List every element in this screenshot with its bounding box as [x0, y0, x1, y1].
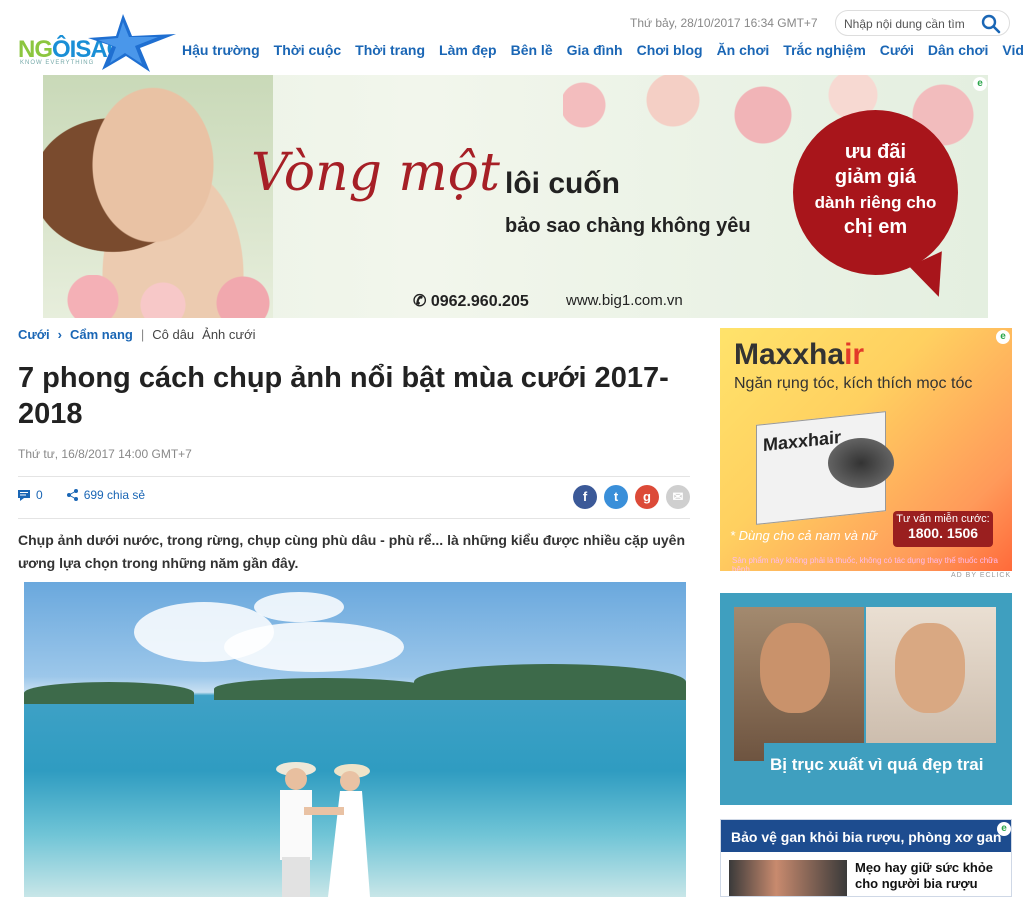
nav-an-choi[interactable]: Ăn chơi — [717, 42, 770, 58]
banner-headline: lôi cuốn — [505, 167, 620, 200]
sidebar-ad-liver[interactable]: Bảo vệ gan khỏi bia rượu, phòng xơ gan M… — [720, 819, 1012, 897]
share-buttons: f t g ✉ — [573, 485, 690, 509]
story-caption: Bị trục xuất vì quá đẹp trai — [764, 743, 1012, 787]
share-count: 699 chia sẻ — [83, 488, 146, 502]
search-box[interactable] — [835, 10, 1010, 36]
promo-line-4: chị em — [843, 216, 908, 238]
breadcrumb-divider: | — [140, 327, 145, 342]
ad-attribution: AD BY ECLICK — [951, 572, 1012, 579]
ad3-thumbnail — [729, 860, 847, 896]
photo-island — [414, 664, 686, 700]
breadcrumb-section[interactable]: Cưới — [18, 327, 50, 342]
tag-link[interactable]: Cô dâu — [152, 327, 194, 342]
photo-cloud — [254, 592, 344, 622]
nav-trac-nghiem[interactable]: Trắc nghiệm — [783, 42, 865, 58]
nav-dan-choi[interactable]: Dân chơi — [928, 42, 989, 58]
promo-line-1: ưu đãi — [844, 141, 907, 163]
hotline-badge: Tư vấn miễn cước: 1800. 1506 — [893, 511, 993, 547]
article-date: Thứ tư, 16/8/2017 14:00 GMT+7 — [18, 447, 192, 461]
share-icon — [66, 489, 78, 501]
photo-island — [24, 682, 194, 704]
adchoices-icon[interactable]: e — [996, 330, 1010, 344]
facebook-icon[interactable]: f — [573, 485, 597, 509]
article-photo[interactable] — [24, 582, 686, 897]
breadcrumb-sub[interactable]: Cẩm nang — [70, 327, 133, 342]
nav-cuoi[interactable]: Cưới — [880, 42, 914, 58]
promo-line-2: giảm giá — [834, 166, 917, 188]
sidebar-ad-maxxhair[interactable]: Maxxhair Ngăn rụng tóc, kích thích mọc t… — [720, 328, 1012, 571]
adchoices-icon[interactable]: e — [997, 822, 1011, 836]
breadcrumb: Cưới › Cẩm nang | Cô dâu Ảnh cưới — [18, 327, 256, 342]
comment-count[interactable]: 0 — [36, 488, 43, 502]
nav-ben-le[interactable]: Bên lề — [511, 42, 553, 58]
article-stats: 0 699 chia sẻ — [18, 488, 145, 502]
banner-script-text: Vòng một — [251, 143, 500, 203]
twitter-icon[interactable]: t — [604, 485, 628, 509]
main-nav: Hậu trường Thời cuộc Thời trang Làm đẹp … — [182, 42, 1024, 58]
top-banner-ad[interactable]: Vòng một lôi cuốn bảo sao chàng không yê… — [43, 75, 988, 318]
nav-thoi-cuoc[interactable]: Thời cuộc — [274, 42, 342, 58]
tag-link[interactable]: Ảnh cưới — [202, 327, 255, 342]
banner-subline: bảo sao chàng không yêu — [505, 215, 751, 237]
comment-icon[interactable] — [18, 489, 30, 501]
banner-flowers-bottom — [63, 275, 323, 318]
chevron-right-icon: › — [57, 327, 62, 342]
story-face-2 — [895, 623, 965, 713]
ad-tagline: Ngăn rụng tóc, kích thích mọc tóc — [734, 375, 973, 392]
current-date: Thứ bảy, 28/10/2017 16:34 GMT+7 — [630, 16, 818, 30]
nav-gia-dinh[interactable]: Gia đình — [567, 42, 623, 58]
promo-line-3: dành riêng cho — [814, 193, 937, 212]
photo-island — [214, 678, 434, 700]
nav-lam-dep[interactable]: Làm đẹp — [439, 42, 497, 58]
page: NGÔISAO KNOW EVERYTHING Thứ bảy, 28/10/2… — [0, 0, 1024, 897]
nav-choi-blog[interactable]: Chơi blog — [637, 42, 703, 58]
logo-tagline: KNOW EVERYTHING — [20, 60, 95, 66]
promo-bubble-tail — [909, 251, 959, 303]
divider — [18, 518, 690, 519]
photo-cloud — [224, 622, 404, 672]
email-icon[interactable]: ✉ — [666, 485, 690, 509]
ad-fine-print: Sản phẩm này không phải là thuốc, không … — [732, 556, 998, 571]
hair-image — [828, 438, 894, 488]
adchoices-icon[interactable]: e — [973, 77, 987, 91]
phone-icon: ✆ — [413, 293, 427, 310]
banner-website: www.big1.com.vn — [566, 292, 683, 309]
article-lead: Chụp ảnh dưới nước, trong rừng, chụp cùn… — [18, 532, 685, 571]
product-box-label: Maxxhair — [763, 426, 842, 456]
google-plus-icon[interactable]: g — [635, 485, 659, 509]
couple-figure — [276, 762, 370, 897]
site-logo[interactable]: NGÔISAO KNOW EVERYTHING — [18, 12, 176, 72]
ad-brand: Maxxhair — [734, 338, 865, 371]
ad3-item-text[interactable]: Mẹo hay giữ sức khỏe cho người bia rượu — [855, 860, 1005, 892]
banner-promo-bubble: ưu đãi giảm giá dành riêng cho chị em — [793, 110, 959, 303]
divider — [18, 476, 690, 477]
nav-thoi-trang[interactable]: Thời trang — [355, 42, 425, 58]
story-face-1 — [760, 623, 830, 713]
ad3-header: Bảo vệ gan khỏi bia rượu, phòng xơ gan — [721, 820, 1011, 852]
nav-video[interactable]: Video — [1002, 42, 1024, 58]
ad-note: * Dùng cho cả nam và nữ — [730, 528, 877, 543]
search-icon[interactable] — [981, 14, 1001, 34]
star-icon — [88, 14, 176, 72]
nav-hau-truong[interactable]: Hậu trường — [182, 42, 260, 58]
article-title: 7 phong cách chụp ảnh nổi bật mùa cưới 2… — [18, 362, 669, 430]
sidebar-ad-story[interactable]: Bị trục xuất vì quá đẹp trai — [720, 593, 1012, 805]
banner-phone: ✆ 0962.960.205 — [413, 293, 529, 310]
search-input[interactable] — [844, 15, 979, 32]
